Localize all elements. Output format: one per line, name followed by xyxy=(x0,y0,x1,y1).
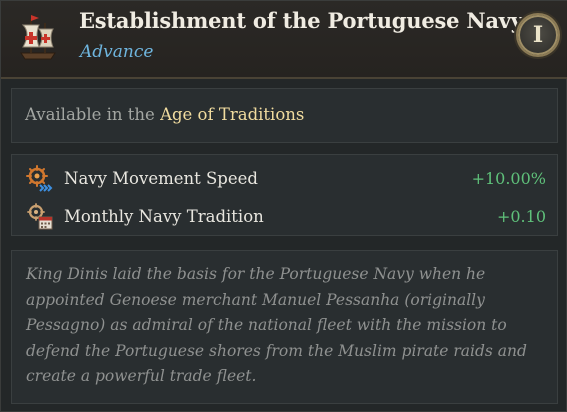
age-name: Age of Traditions xyxy=(160,105,305,124)
availability-text: Available in the Age of Traditions xyxy=(25,105,304,124)
modifier-row: Monthly Navy Tradition +0.10 xyxy=(12,201,557,231)
advance-title: Establishment of the Portuguese Navy xyxy=(79,8,523,33)
age-badge: I xyxy=(518,15,558,55)
caravel-ship-icon xyxy=(20,15,56,60)
flavor-text: King Dinis laid the basis for the Portug… xyxy=(26,265,527,385)
modifier-label: Navy Movement Speed xyxy=(64,169,258,188)
description-panel: King Dinis laid the basis for the Portug… xyxy=(11,250,558,404)
modifier-value: +0.10 xyxy=(496,207,546,226)
tooltip-header: Establishment of the Portuguese Navy Adv… xyxy=(1,1,567,79)
modifiers-panel: Navy Movement Speed +10.00% Monthly Navy… xyxy=(11,154,558,236)
advance-tooltip: Establishment of the Portuguese Navy Adv… xyxy=(0,0,567,412)
advance-type-label: Advance xyxy=(80,42,154,62)
modifier-value: +10.00% xyxy=(471,169,546,188)
ship-wheel-calendar-icon xyxy=(27,203,53,230)
availability-panel: Available in the Age of Traditions xyxy=(11,88,558,143)
modifier-label: Monthly Navy Tradition xyxy=(64,207,264,226)
modifier-row: Navy Movement Speed +10.00% xyxy=(12,163,557,193)
age-badge-numeral: I xyxy=(532,22,544,48)
ship-wheel-speed-icon xyxy=(26,165,53,192)
availability-prefix: Available in the xyxy=(25,105,161,124)
